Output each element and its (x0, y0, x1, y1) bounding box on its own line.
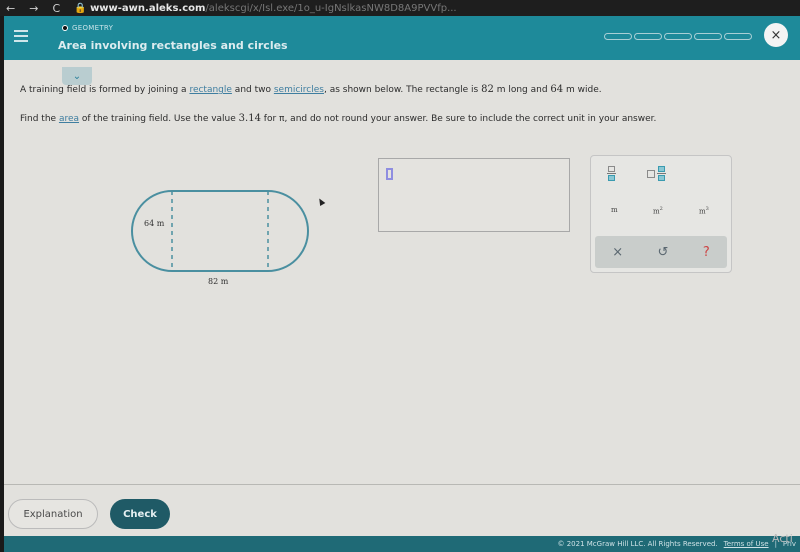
width-label: 64 m (144, 219, 165, 228)
answer-input[interactable] (378, 158, 570, 232)
aleks-screen: GEOMETRY Area involving rectangles and c… (4, 16, 800, 552)
question-text: Find the (20, 114, 59, 124)
activation-watermark: Acti (772, 532, 793, 545)
question-text: of the training field. Use the value (79, 114, 239, 124)
chevron-down-icon: ⌄ (72, 70, 82, 82)
collapse-toggle[interactable]: ⌄ (62, 67, 92, 85)
unit-m-label: m (611, 206, 618, 214)
header-bar: GEOMETRY Area involving rectangles and c… (4, 16, 800, 60)
page-title: Area involving rectangles and circles (58, 39, 288, 52)
progress-segment (694, 33, 722, 40)
question-text: A training field is formed by joining a (20, 85, 190, 95)
copyright-bar: © 2021 McGraw Hill LLC. All Rights Reser… (4, 536, 800, 552)
back-arrow-icon[interactable]: ← (6, 2, 15, 15)
undo-button[interactable]: ↺ (658, 245, 669, 260)
unit-m-button[interactable]: m (611, 206, 618, 214)
area-link[interactable]: area (59, 114, 79, 124)
training-field-figure: 64 m 82 m (131, 190, 309, 284)
copyright-text: © 2021 McGraw Hill LLC. All Rights Reser… (557, 540, 718, 548)
check-button[interactable]: Check (110, 499, 170, 529)
rectangle-link[interactable]: rectangle (189, 85, 232, 95)
close-button[interactable]: × (764, 23, 788, 47)
question-text: and two (231, 85, 274, 95)
progress-segment (634, 33, 662, 40)
url-path: /alekscgi/x/Isl.exe/1o_u-IgNslkasNW8D8A9… (205, 2, 457, 14)
lock-icon: 🔒 (74, 2, 87, 14)
unit-m2-button[interactable]: m2 (653, 206, 663, 215)
help-button[interactable]: ? (703, 245, 710, 260)
pi-value: 3.14 (238, 113, 261, 124)
fraction-button[interactable] (607, 166, 616, 181)
browser-toolbar: ← → C 🔒 www-awn.aleks.com/alekscgi/x/Isl… (0, 0, 800, 16)
progress-bar (604, 33, 752, 40)
unit-m2-exponent: 2 (659, 206, 663, 212)
keypad-actions: × ↺ ? (595, 236, 727, 268)
unit-m3-label: m (699, 207, 706, 216)
question-text: m long and (493, 85, 551, 95)
explanation-button[interactable]: Explanation (8, 499, 98, 529)
progress-segment (604, 33, 632, 40)
unit-m3-exponent: 3 (705, 206, 709, 212)
menu-icon[interactable] (14, 30, 28, 42)
mixed-number-button[interactable] (647, 166, 666, 181)
clear-button[interactable]: × (612, 245, 623, 260)
question-text: for π, and do not round your answer. Be … (260, 114, 657, 124)
topic-dot-icon (62, 25, 68, 31)
progress-segment (664, 33, 692, 40)
close-icon: × (770, 27, 782, 43)
field-outline (131, 190, 309, 272)
input-caret (386, 168, 393, 180)
topic-text: GEOMETRY (72, 24, 114, 32)
address-bar[interactable]: 🔒 www-awn.aleks.com/alekscgi/x/Isl.exe/1… (74, 3, 457, 14)
terms-link[interactable]: Terms of Use (724, 540, 769, 548)
width-value: 64 (550, 84, 564, 95)
semicircles-link[interactable]: semicircles (274, 85, 324, 95)
progress-segment (724, 33, 752, 40)
url-domain: www-awn.aleks.com (90, 2, 206, 14)
math-keypad: m m2 m3 × ↺ ? (590, 155, 732, 273)
reload-icon[interactable]: C (52, 2, 60, 15)
question-line-1: A training field is formed by joining a … (20, 84, 602, 95)
forward-arrow-icon[interactable]: → (29, 2, 38, 15)
question-text: , as shown below. The rectangle is (323, 85, 482, 95)
topic-label: GEOMETRY (62, 24, 113, 32)
question-text: m wide. (563, 85, 602, 95)
length-label: 82 m (208, 277, 229, 284)
question-line-2: Find the area of the training field. Use… (20, 113, 656, 124)
unit-m3-button[interactable]: m3 (699, 206, 709, 215)
footer-divider (4, 484, 800, 485)
length-value: 82 (481, 84, 494, 95)
unit-m2-label: m (653, 207, 660, 216)
